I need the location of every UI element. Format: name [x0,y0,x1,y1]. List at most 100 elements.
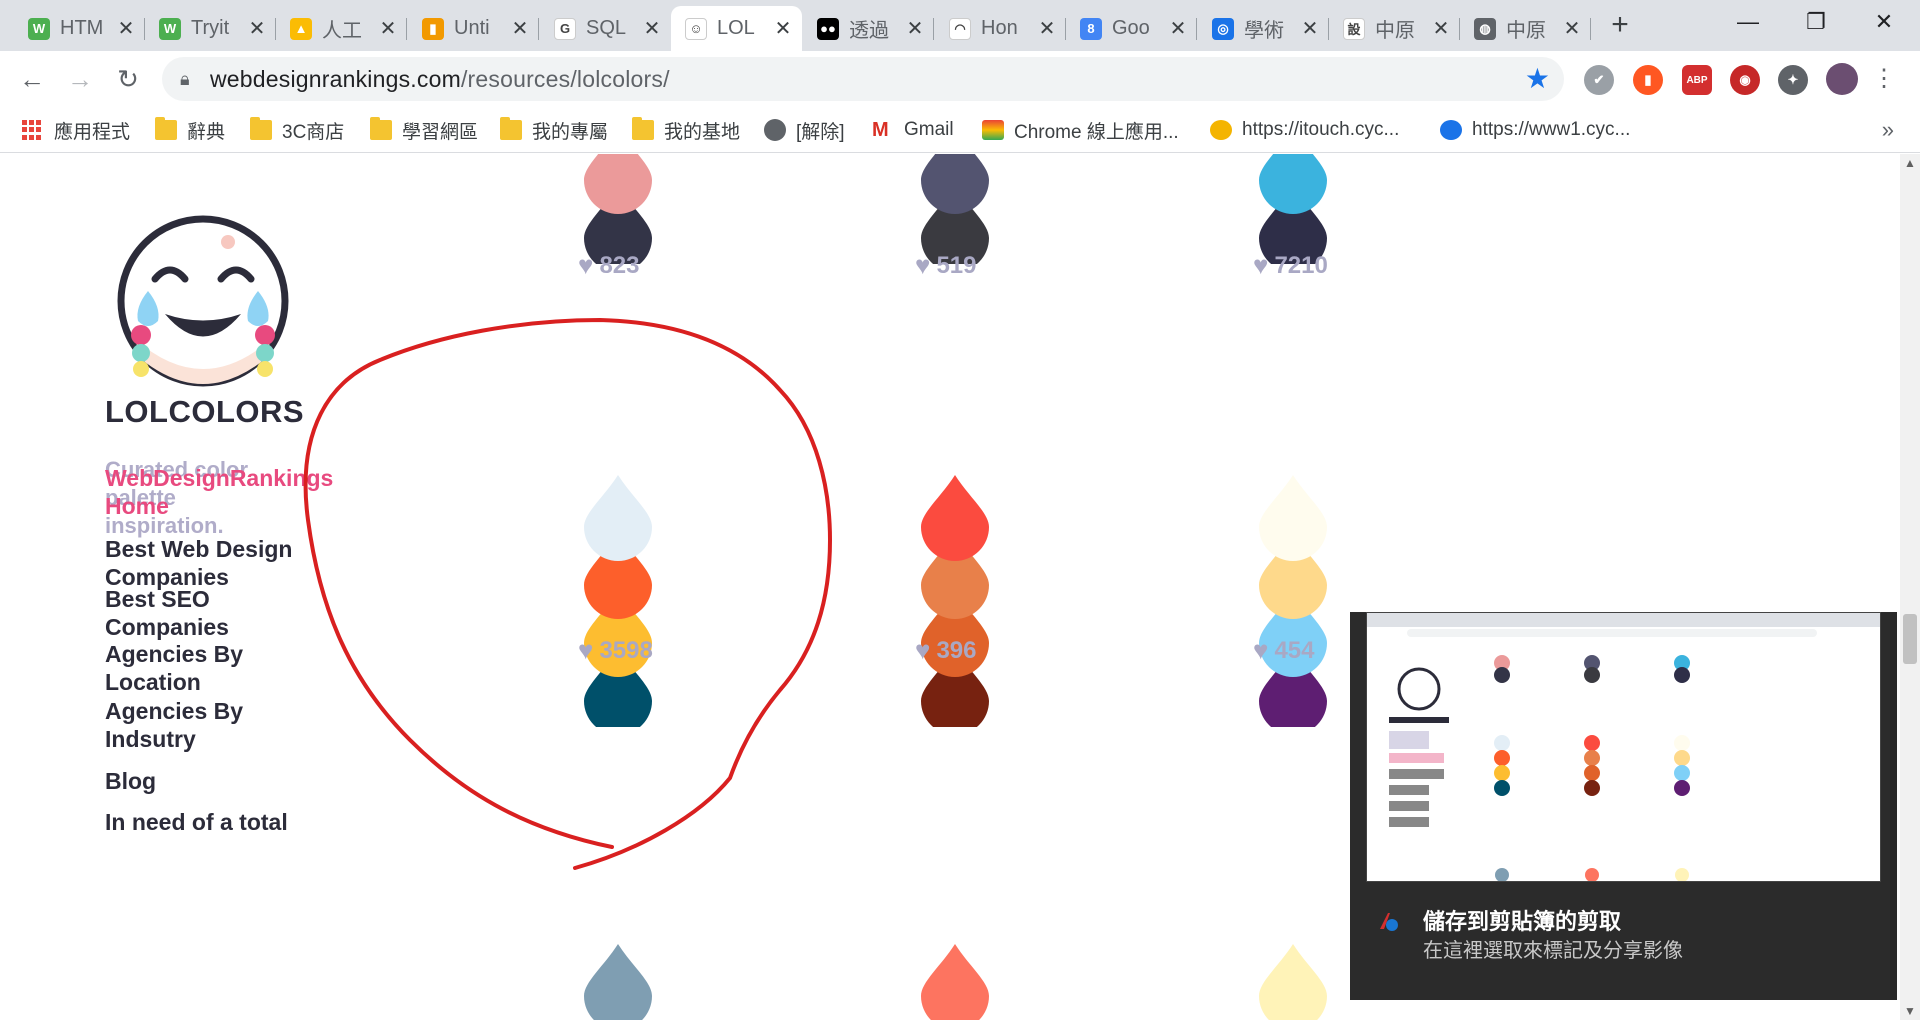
address-bar[interactable]: 🔒︎ webdesignrankings.com/resources/lolco… [162,57,1564,101]
color-drop[interactable] [1259,944,1327,1020]
color-drop[interactable] [1259,475,1327,562]
likes-count[interactable]: ♥ 3598 [578,635,653,666]
color-palette[interactable] [578,154,658,264]
tab-close-icon[interactable]: ✕ [906,16,924,41]
color-palette[interactable] [578,944,658,1020]
color-drop[interactable] [584,944,652,1020]
browser-tab[interactable]: W HTM ✕ [14,6,145,51]
tab-separator [538,18,539,40]
likes-count[interactable]: ♥ 454 [1253,635,1314,666]
bookmark-star-icon[interactable]: ★ [1525,62,1550,95]
browser-tab[interactable]: ☺ LOL ✕ [671,6,802,51]
tab-close-icon[interactable]: ✕ [379,16,397,41]
heart-icon: ♥ [1253,250,1269,280]
tab-close-icon[interactable]: ✕ [1301,16,1319,41]
menu-kebab-icon[interactable]: ⋮ [1866,61,1902,97]
tab-close-icon[interactable]: ✕ [511,16,529,41]
bookmark-item[interactable]: Chrome 線上應用... [982,115,1179,145]
sidebar-link[interactable]: Best SEO Companies [105,585,285,641]
browser-tab[interactable]: ▮ Unti ✕ [408,6,539,51]
bookmark-item[interactable]: https://www1.cyc... [1440,115,1630,145]
bookmark-item[interactable]: 3C商店 [250,115,344,145]
bookmark-item[interactable]: 應用程式 [22,115,130,145]
sidebar-link[interactable]: In need of a total [105,808,325,836]
browser-tab[interactable]: ▲ 人工 ✕ [276,6,407,51]
tab-close-icon[interactable]: ✕ [1563,16,1581,41]
new-tab-button[interactable]: + [1600,6,1640,46]
browser-tab[interactable]: ●● 透過 ✕ [803,6,934,51]
tab-separator [1590,18,1591,40]
snip-notification[interactable]: 儲存到剪貼簿的剪取 在這裡選取來標記及分享影像 [1350,612,1897,1000]
bookmark-item[interactable]: M Gmail [872,115,954,145]
scroll-up-icon[interactable]: ▲ [1904,156,1916,170]
tab-close-icon[interactable]: ✕ [1169,16,1187,41]
tab-title: 人工 [322,20,362,42]
color-drop[interactable] [584,154,652,214]
forward-button[interactable]: → [62,61,98,97]
likes-count[interactable]: ♥ 519 [915,250,976,281]
scrollbar-thumb[interactable] [1903,614,1917,664]
bookmark-item[interactable]: https://itouch.cyc... [1210,115,1399,145]
color-palette[interactable] [915,944,995,1020]
bookmark-item[interactable]: 學習網區 [370,115,478,145]
browser-tab[interactable]: ◎ 學術 ✕ [1198,6,1329,51]
tab-close-icon[interactable]: ✕ [643,16,661,41]
sidebar-link[interactable]: Best Web Design Companies [105,535,325,591]
restore-button[interactable]: ❐ [1782,0,1850,44]
color-palette[interactable] [1253,154,1333,264]
bookmark-item[interactable]: 我的專屬 [500,115,608,145]
browser-tab[interactable]: G SQL ✕ [540,6,671,51]
color-drop[interactable] [921,154,989,214]
color-palette[interactable] [1253,475,1333,727]
sidebar-link[interactable]: WebDesignRankings Home [105,464,375,520]
color-drop[interactable] [921,475,989,562]
scroll-down-icon[interactable]: ▼ [1904,1004,1916,1018]
color-palette[interactable] [915,154,995,264]
adblock-extension-icon[interactable]: ABP [1682,65,1712,95]
tab-close-icon[interactable]: ✕ [248,16,266,41]
color-palette[interactable] [578,475,658,727]
window-close-button[interactable]: ✕ [1850,0,1918,44]
bookmarks-overflow-icon[interactable]: » [1882,117,1894,143]
bookmark-item[interactable]: 辭典 [155,115,225,145]
color-drop[interactable] [921,944,989,1020]
color-palette[interactable] [915,475,995,727]
browser-tab[interactable]: ◍ 中原 ✕ [1460,6,1591,51]
color-drop[interactable] [1259,154,1327,214]
likes-count[interactable]: ♥ 823 [578,250,639,281]
profile-avatar[interactable] [1826,63,1858,95]
snip-thumbnail[interactable] [1366,612,1881,882]
tab-close-icon[interactable]: ✕ [1432,16,1450,41]
browser-tab[interactable]: 8 Goo ✕ [1066,6,1197,51]
tab-close-icon[interactable]: ✕ [774,16,792,41]
tab-favicon-icon: ◍ [1474,17,1496,40]
puzzle-extension-icon[interactable]: ✦ [1778,65,1808,95]
wifi-extension-icon[interactable]: ◉ [1730,65,1760,95]
bookmark-item[interactable]: [解除] [764,115,845,145]
likes-count[interactable]: ♥ 7210 [1253,250,1328,281]
bookmark-item[interactable]: 我的基地 [632,115,740,145]
tab-close-icon[interactable]: ✕ [1038,16,1056,41]
browser-tab[interactable]: W Tryit ✕ [145,6,276,51]
tab-title: Goo [1112,17,1150,39]
back-button[interactable]: ← [14,61,50,97]
bookmark-label: 我的專屬 [532,121,609,143]
folder-icon [155,117,177,140]
tab-title: Tryit [191,17,230,39]
sidebar-link[interactable]: Agencies By Indsutry [105,697,295,753]
minimize-button[interactable]: — [1714,0,1782,44]
browser-tab[interactable]: ◠ Hon ✕ [935,6,1066,51]
likes-count[interactable]: ♥ 396 [915,635,976,666]
bookmark-label: 我的基地 [664,121,741,143]
reload-button[interactable]: ↻ [110,61,146,97]
color-drop[interactable] [584,475,652,562]
bar-extension-icon[interactable]: ▮ [1633,65,1663,95]
check-extension-icon[interactable]: ✔ [1584,65,1614,95]
browser-tab[interactable]: 設中原 ✕ [1329,6,1460,51]
page-scrollbar[interactable]: ▲ ▼ [1900,154,1920,1020]
folder-icon [250,117,272,140]
sidebar-link[interactable]: Blog [105,767,305,795]
sidebar-link[interactable]: Agencies By Location [105,640,285,696]
color-palette[interactable] [1253,944,1333,1020]
tab-close-icon[interactable]: ✕ [117,16,135,41]
